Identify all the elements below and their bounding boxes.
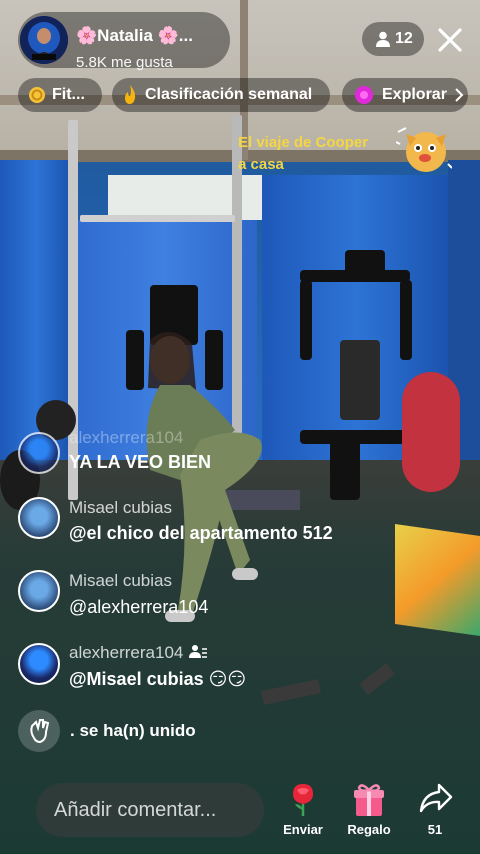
comment-text: @Misael cubias 😏😏 <box>69 669 247 689</box>
comment-item[interactable]: alexherrera104 YA LA VEO BIEN <box>18 428 378 476</box>
share-button[interactable]: 51 <box>405 780 465 840</box>
comment-avatar[interactable] <box>18 497 60 539</box>
chip-weekly-ranking[interactable]: Clasificación semanal <box>112 78 330 112</box>
promo-line-2: a casa <box>238 156 284 173</box>
chip-fitness[interactable]: Fit... <box>18 78 102 112</box>
comment-username: Misael cubias <box>69 571 172 590</box>
share-count: 51 <box>427 822 443 837</box>
viewer-count-pill[interactable]: 12 <box>362 22 424 56</box>
gift-icon <box>354 784 384 816</box>
comment-input-placeholder: Añadir comentar... <box>54 799 217 821</box>
comment-username-text: alexherrera104 <box>69 643 184 662</box>
comment-text: @el chico del apartamento 512 <box>69 523 333 543</box>
promo-banner[interactable]: El viaje de Cooper a casa <box>238 132 388 176</box>
coin-icon <box>29 87 45 103</box>
chevron-right-icon <box>455 88 464 102</box>
comment-username: Misael cubias <box>69 498 172 517</box>
gift-button[interactable]: Regalo <box>339 780 399 840</box>
comment-avatar[interactable] <box>18 643 60 685</box>
comment-avatar[interactable] <box>18 570 60 612</box>
chip-weekly-ranking-label: Clasificación semanal <box>145 86 313 103</box>
send-rose-button[interactable]: Enviar <box>273 780 333 840</box>
comment-text: YA LA VEO BIEN <box>69 452 212 472</box>
host-avatar[interactable] <box>20 16 68 64</box>
flame-icon <box>125 85 136 104</box>
rose-icon <box>293 784 313 816</box>
chip-explore-label: Explorar <box>382 86 447 103</box>
join-notice-icon <box>18 710 60 752</box>
viewer-count: 12 <box>395 30 413 47</box>
share-icon <box>419 783 453 813</box>
explore-icon <box>355 86 373 104</box>
close-icon[interactable] <box>432 22 468 58</box>
comment-item[interactable]: Misael cubias @alexherrera104 <box>18 570 378 617</box>
comment-username: alexherrera104 <box>69 643 208 663</box>
friend-badge-icon <box>189 645 208 658</box>
comment-item[interactable]: alexherrera104 @Misael cubias 😏😏 <box>18 643 378 689</box>
promo-line-1: El viaje de Cooper <box>238 134 369 151</box>
host-info-pill[interactable]: 🌸Natalia 🌸... 5.8K me gusta <box>18 12 230 71</box>
chip-explore[interactable]: Explorar <box>342 78 468 112</box>
gift-label: Regalo <box>347 822 391 837</box>
dog-character-icon[interactable] <box>396 124 452 178</box>
host-name: 🌸Natalia 🌸... <box>76 26 193 45</box>
comment-username: alexherrera104 <box>69 428 184 447</box>
person-icon <box>376 31 390 47</box>
join-notice: . se ha(n) unido <box>18 710 318 752</box>
host-likes-count: 5.8K me gusta <box>76 54 173 71</box>
comment-text: @alexherrera104 <box>69 597 209 617</box>
comment-avatar[interactable] <box>18 432 60 474</box>
join-notice-text: . se ha(n) unido <box>70 721 196 740</box>
chip-fitness-label: Fit... <box>52 86 85 103</box>
comment-item[interactable]: Misael cubias @el chico del apartamento … <box>18 497 378 543</box>
comment-input[interactable]: Añadir comentar... <box>36 783 264 837</box>
waving-hand-icon <box>30 719 50 744</box>
send-label: Enviar <box>283 822 323 837</box>
